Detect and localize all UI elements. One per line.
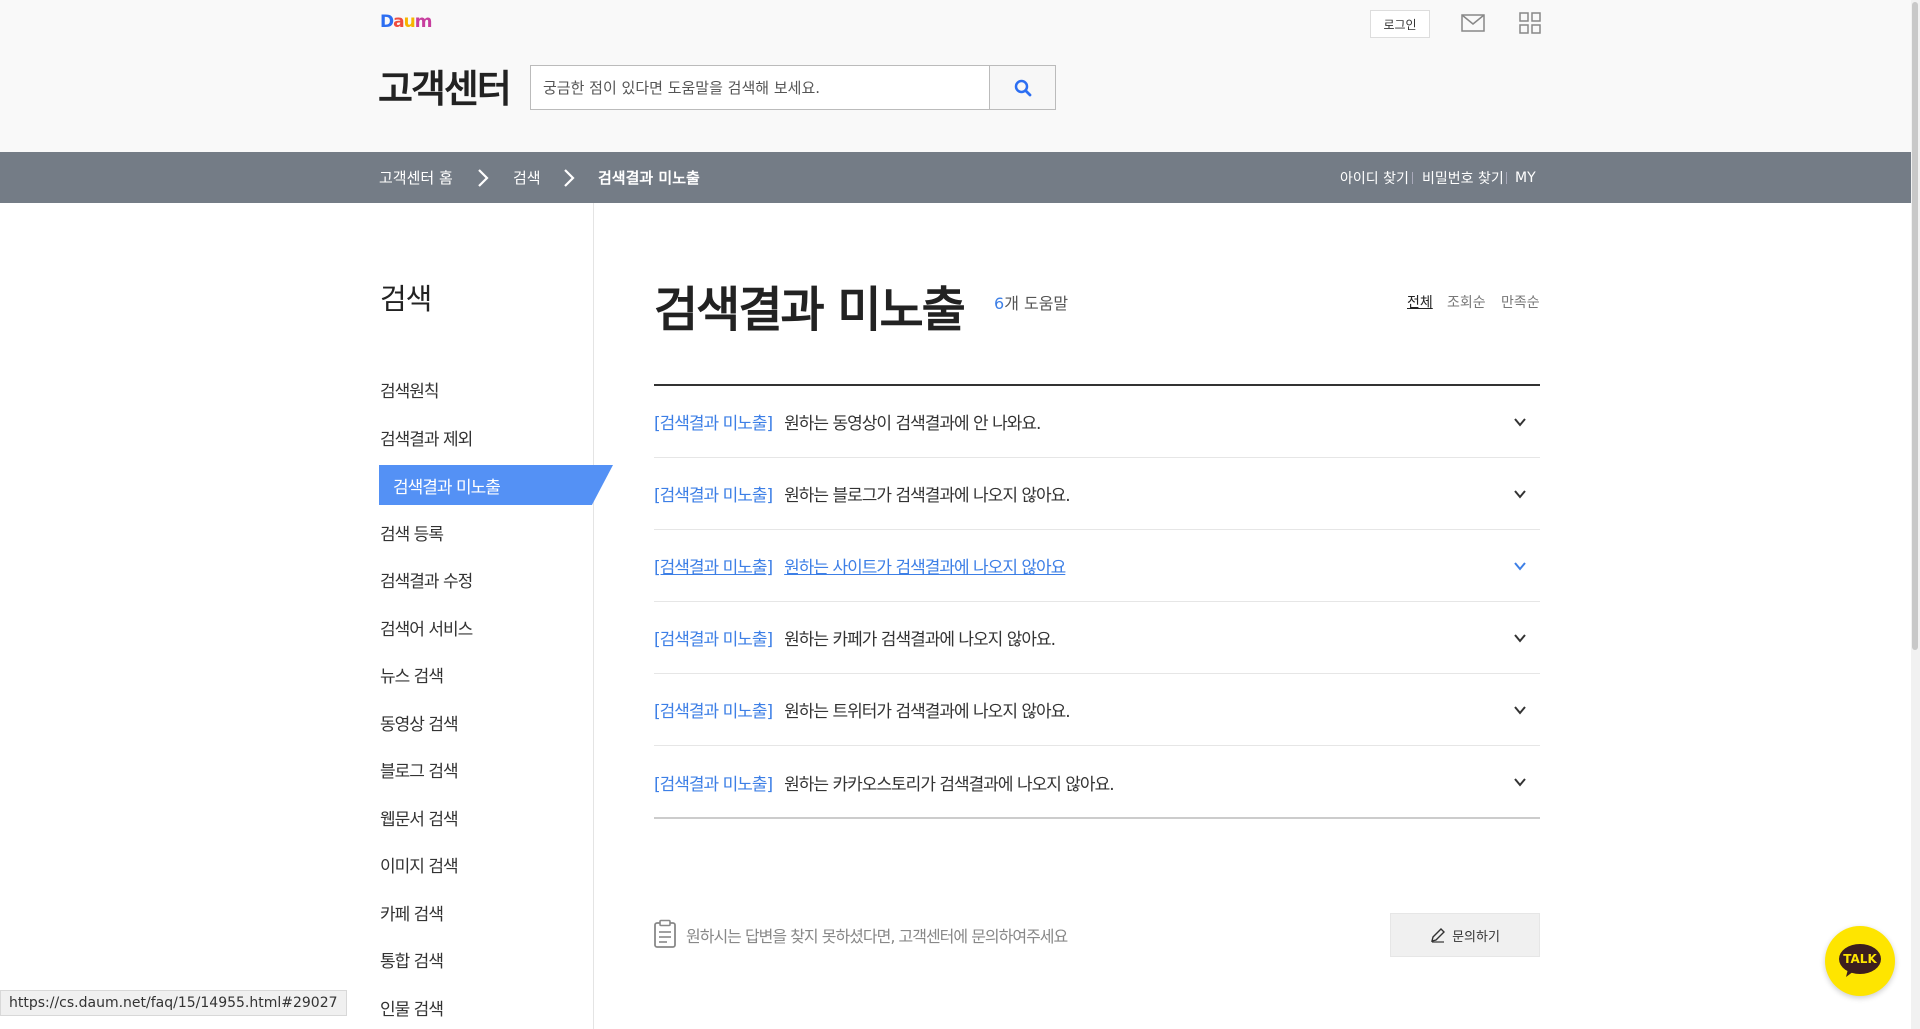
chevron-down-icon[interactable] bbox=[1512, 630, 1528, 646]
sidebar-item[interactable]: 검색결과 수정 bbox=[380, 564, 473, 594]
faq-item[interactable]: [검색결과 미노출] 원하는 블로그가 검색결과에 나오지 않아요. bbox=[654, 458, 1540, 530]
inquiry-button[interactable]: 문의하기 bbox=[1390, 913, 1540, 957]
breadcrumb-current: 검색결과 미노출 bbox=[598, 169, 700, 187]
faq-item[interactable]: [검색결과 미노출] 원하는 트위터가 검색결과에 나오지 않아요. bbox=[654, 674, 1540, 746]
faq-category: [검색결과 미노출] bbox=[654, 486, 773, 506]
breadcrumb-bar: 고객센터 홈 검색 검색결과 미노출 아이디 찾기 비밀번호 찾기 MY bbox=[0, 152, 1920, 203]
chevron-down-icon[interactable] bbox=[1512, 702, 1528, 718]
sort-satisfaction[interactable]: 만족순 bbox=[1501, 292, 1540, 312]
faq-question: 원하는 카페가 검색결과에 나오지 않아요. bbox=[784, 630, 1056, 650]
search-button[interactable] bbox=[989, 66, 1055, 109]
site-title[interactable]: 고객센터 bbox=[378, 58, 512, 113]
top-header: Daum 로그인 고객센터 bbox=[0, 0, 1920, 152]
sidebar-item[interactable]: 동영상 검색 bbox=[380, 707, 459, 737]
chevron-down-icon[interactable] bbox=[1512, 774, 1528, 790]
sidebar-item[interactable]: 통합 검색 bbox=[380, 944, 444, 974]
help-message: 원하시는 답변을 찾지 못하셨다면, 고객센터에 문의하여주세요 bbox=[686, 927, 1068, 946]
sidebar-title: 검색 bbox=[380, 282, 432, 316]
search-box bbox=[530, 65, 1056, 110]
scrollbar-thumb[interactable] bbox=[1912, 2, 1918, 650]
search-icon bbox=[1014, 79, 1031, 96]
chevron-down-icon[interactable] bbox=[1512, 486, 1528, 502]
sidebar-item[interactable]: 검색결과 제외 bbox=[380, 422, 473, 452]
faq-category: [검색결과 미노출] bbox=[654, 414, 773, 434]
help-count-number: 6 bbox=[994, 294, 1005, 313]
sidebar-item[interactable]: 카페 검색 bbox=[380, 897, 444, 927]
faq-question: 원하는 블로그가 검색결과에 나오지 않아요. bbox=[784, 486, 1071, 506]
apps-grid-icon[interactable] bbox=[1519, 12, 1541, 34]
chevron-right-icon bbox=[478, 169, 489, 187]
breadcrumb-home[interactable]: 고객센터 홈 bbox=[379, 152, 453, 203]
talk-bubble-icon: TALK bbox=[1839, 944, 1881, 977]
divider bbox=[1412, 172, 1413, 184]
faq-question: 원하는 카카오스토리가 검색결과에 나오지 않아요. bbox=[784, 774, 1114, 795]
faq-category: [검색결과 미노출] bbox=[654, 558, 773, 578]
faq-question: 원하는 동영상이 검색결과에 안 나와요. bbox=[784, 414, 1041, 434]
clipboard-icon bbox=[654, 919, 676, 948]
search-input[interactable] bbox=[531, 66, 989, 109]
sidebar-item[interactable]: 검색 등록 bbox=[380, 517, 444, 547]
my-link[interactable]: MY bbox=[1515, 152, 1536, 203]
faq-item[interactable]: [검색결과 미노출] 원하는 카카오스토리가 검색결과에 나오지 않아요. bbox=[654, 746, 1540, 818]
sidebar-item[interactable]: 인물 검색 bbox=[380, 992, 444, 1022]
sort-all[interactable]: 전체 bbox=[1407, 292, 1433, 312]
faq-category: [검색결과 미노출] bbox=[654, 774, 773, 795]
chevron-down-icon[interactable] bbox=[1512, 558, 1528, 574]
faq-item[interactable]: [검색결과 미노출] 원하는 카페가 검색결과에 나오지 않아요. bbox=[654, 602, 1540, 674]
sidebar-item[interactable]: 검색원칙 bbox=[380, 374, 440, 404]
mail-icon[interactable] bbox=[1461, 14, 1485, 32]
logo-letter: u bbox=[403, 12, 416, 32]
logo-letter: m bbox=[414, 12, 433, 32]
chevron-right-icon bbox=[564, 169, 575, 187]
list-bottom-border bbox=[654, 817, 1540, 819]
faq-category: [검색결과 미노출] bbox=[654, 702, 773, 722]
faq-item-hovered[interactable]: [검색결과 미노출] 원하는 사이트가 검색결과에 나오지 않아요 bbox=[654, 530, 1540, 602]
status-bar-url: https://cs.daum.net/faq/15/14955.html#29… bbox=[0, 990, 347, 1016]
sort-views[interactable]: 조회순 bbox=[1447, 292, 1486, 312]
sidebar-item[interactable]: 이미지 검색 bbox=[380, 849, 459, 879]
help-count-suffix: 개 도움말 bbox=[1004, 294, 1069, 313]
faq-question: 원하는 사이트가 검색결과에 나오지 않아요 bbox=[784, 558, 1066, 578]
chevron-down-icon[interactable] bbox=[1512, 414, 1528, 430]
sidebar-item[interactable]: 뉴스 검색 bbox=[380, 659, 444, 689]
breadcrumb-search[interactable]: 검색 bbox=[513, 152, 541, 203]
page-title: 검색결과 미노출 bbox=[654, 282, 966, 338]
daum-logo[interactable]: Daum bbox=[380, 12, 433, 32]
kakao-talk-button[interactable]: TALK bbox=[1825, 926, 1895, 996]
sidebar-item[interactable]: 검색어 서비스 bbox=[380, 612, 473, 642]
sidebar-item[interactable]: 웹문서 검색 bbox=[380, 802, 459, 832]
logo-letter: a bbox=[393, 12, 405, 32]
logo-letter: D bbox=[380, 12, 394, 32]
sidebar-item-active[interactable]: 검색결과 미노출 bbox=[379, 465, 613, 505]
pencil-icon bbox=[1431, 928, 1446, 943]
sidebar-item[interactable]: 블로그 검색 bbox=[380, 754, 459, 784]
divider bbox=[1506, 172, 1507, 184]
talk-label: TALK bbox=[1843, 952, 1877, 966]
sidebar-divider bbox=[593, 203, 594, 1029]
faq-category: [검색결과 미노출] bbox=[654, 630, 773, 650]
login-button[interactable]: 로그인 bbox=[1370, 10, 1430, 38]
help-count: 6개 도움말 bbox=[994, 290, 1068, 314]
find-id-link[interactable]: 아이디 찾기 bbox=[1340, 152, 1409, 203]
find-password-link[interactable]: 비밀번호 찾기 bbox=[1422, 152, 1504, 203]
faq-question: 원하는 트위터가 검색결과에 나오지 않아요. bbox=[784, 702, 1071, 722]
inquiry-label: 문의하기 bbox=[1452, 929, 1500, 945]
faq-item[interactable]: [검색결과 미노출] 원하는 동영상이 검색결과에 안 나와요. bbox=[654, 386, 1540, 458]
